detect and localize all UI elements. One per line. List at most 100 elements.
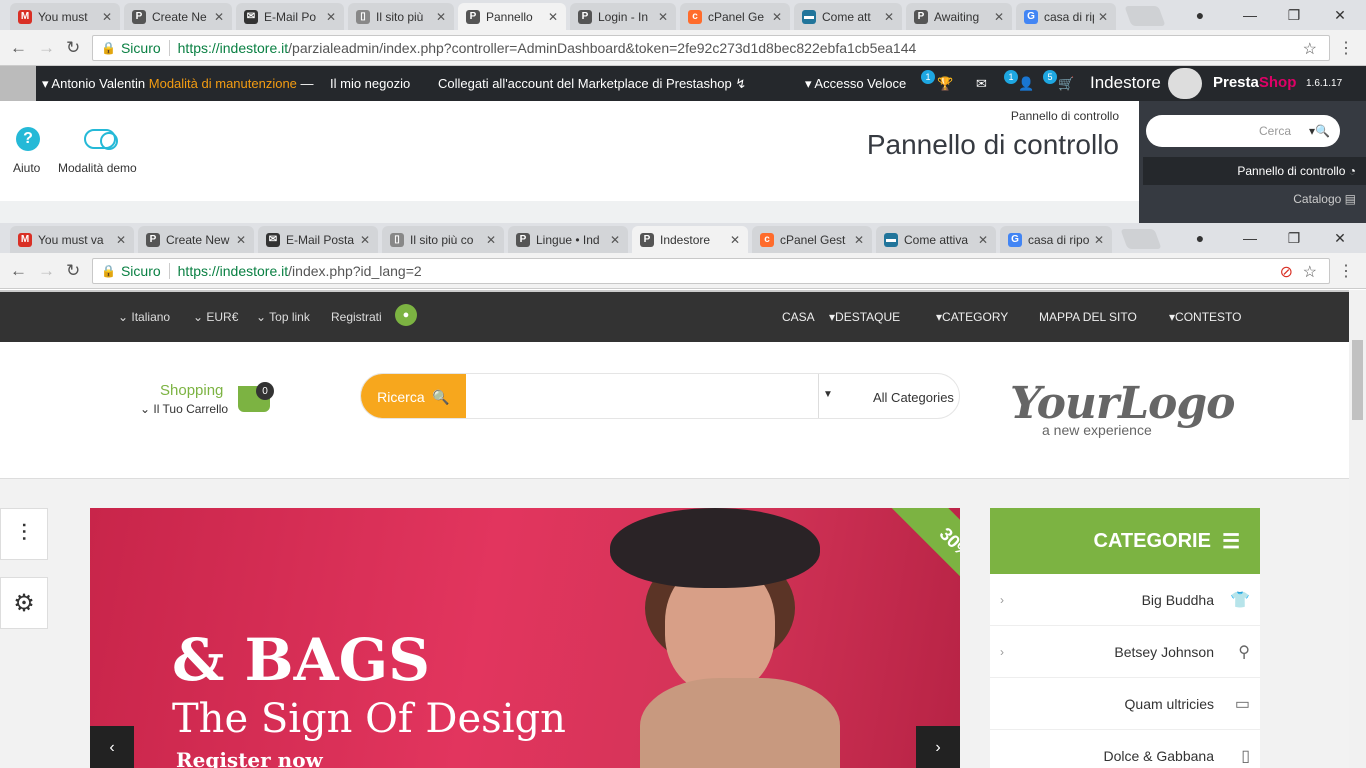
browser-tab[interactable]: Gcasa di ripo ✕	[1000, 226, 1112, 253]
forward-icon[interactable]: →	[38, 261, 55, 281]
register-link[interactable]: Registrati	[331, 310, 382, 324]
profile-icon[interactable]: ●	[1178, 223, 1222, 253]
new-tab-button[interactable]	[1124, 6, 1166, 26]
currency-select[interactable]: ⌄ EUR€	[193, 310, 238, 324]
browser-tab[interactable]: ✉ E-Mail Posta ✕	[258, 226, 378, 253]
language-select[interactable]: ⌄ Italiano	[118, 310, 170, 324]
browser-tab[interactable]: P Pannello ✕	[458, 3, 566, 30]
store-name[interactable]: Indestore	[1090, 73, 1161, 93]
reload-icon[interactable]: ↻	[66, 38, 80, 58]
browser-tab[interactable]: P Indestore ✕	[632, 226, 748, 253]
search-input[interactable]	[466, 374, 818, 418]
user-icon[interactable]: ●	[395, 304, 417, 326]
category-item[interactable]: › Betsey Johnson ⚲	[990, 626, 1260, 678]
shopping-label[interactable]: Shopping	[160, 382, 223, 399]
menu-icon[interactable]: ⋮	[1338, 38, 1354, 58]
hero-slider[interactable]: 30% OFF & BAGS The Sign Of Design Regist…	[90, 508, 960, 768]
blocked-content-icon[interactable]: ⊘	[1280, 262, 1293, 282]
close-tab-icon[interactable]: ✕	[436, 10, 446, 24]
menu-sitemap[interactable]: MAPPA DEL SITO	[1039, 310, 1137, 324]
close-tab-icon[interactable]: ✕	[486, 233, 496, 247]
settings-gear-icon[interactable]: ⚙	[0, 577, 48, 629]
category-item[interactable]: › Big Buddha 👕	[990, 574, 1260, 626]
search-icon[interactable]: ▾🔍	[1309, 124, 1330, 138]
close-tab-icon[interactable]: ✕	[1098, 10, 1108, 24]
browser-tab[interactable]: ▯ Il sito più co ✕	[382, 226, 504, 253]
bookmark-star-icon[interactable]: ☆	[1303, 39, 1317, 59]
close-tab-icon[interactable]: ✕	[884, 10, 894, 24]
admin-search-input[interactable]: Cerca ▾🔍	[1146, 115, 1340, 147]
minimize-button[interactable]: —	[1228, 0, 1272, 30]
close-tab-icon[interactable]: ✕	[730, 233, 740, 247]
browser-tab[interactable]: c cPanel Ge ✕	[680, 3, 790, 30]
bookmark-star-icon[interactable]: ☆	[1303, 262, 1317, 282]
close-tab-icon[interactable]: ✕	[1094, 233, 1104, 247]
search-button[interactable]: Ricerca 🔍	[361, 374, 466, 418]
restore-button[interactable]: ❐	[1272, 223, 1316, 253]
close-tab-icon[interactable]: ✕	[610, 233, 620, 247]
menu-casa[interactable]: CASA	[782, 310, 815, 324]
browser-tab[interactable]: Gcasa di rip ✕	[1016, 3, 1116, 30]
forward-icon[interactable]: →	[38, 38, 55, 58]
cart-icon[interactable]: 🛒	[1058, 76, 1074, 92]
profile-icon[interactable]: ●	[1178, 0, 1222, 30]
back-icon[interactable]: ←	[10, 261, 27, 281]
category-item[interactable]: Dolce & Gabbana ▯	[990, 730, 1260, 768]
close-window-button[interactable]: ✕	[1318, 0, 1362, 30]
employee-menu[interactable]: ▾ Antonio Valentin Modalità di manutenzi…	[42, 76, 314, 92]
minimize-button[interactable]: —	[1228, 223, 1272, 253]
scrollbar-thumb[interactable]	[1352, 340, 1363, 420]
browser-tab[interactable]: M You must ✕	[10, 3, 120, 30]
cart-link[interactable]: ⌄ Il Tuo Carrello	[140, 402, 228, 416]
back-icon[interactable]: ←	[10, 38, 27, 58]
trophy-icon[interactable]: 🏆	[937, 76, 953, 92]
menu-icon[interactable]: ⋮	[1338, 261, 1354, 281]
browser-tab[interactable]: P Login - In ✕	[570, 3, 676, 30]
address-bar[interactable]: 🔒 Sicuro https://indestore.it/parzialead…	[92, 35, 1330, 61]
close-tab-icon[interactable]: ✕	[978, 233, 988, 247]
browser-tab[interactable]: P Awaiting ✕	[906, 3, 1012, 30]
browser-tab[interactable]: P Lingue • Ind ✕	[508, 226, 628, 253]
menu-category[interactable]: ▾CATEGORY	[936, 310, 1008, 324]
close-tab-icon[interactable]: ✕	[214, 10, 224, 24]
help-icon[interactable]: ?	[16, 127, 40, 151]
browser-tab[interactable]: c cPanel Gest ✕	[752, 226, 872, 253]
category-select[interactable]: All Categories	[873, 390, 954, 405]
close-window-button[interactable]: ✕	[1318, 223, 1362, 253]
browser-tab[interactable]: ▬ Come att ✕	[794, 3, 902, 30]
slide-cta[interactable]: Register now	[176, 748, 323, 768]
marketplace-link[interactable]: Collegati all'account del Marketplace di…	[438, 76, 746, 92]
close-tab-icon[interactable]: ✕	[360, 233, 370, 247]
menu-contesto[interactable]: ▾CONTESTO	[1169, 310, 1241, 324]
close-tab-icon[interactable]: ✕	[236, 233, 246, 247]
browser-tab[interactable]: P Create Ne ✕	[124, 3, 232, 30]
close-tab-icon[interactable]: ✕	[854, 233, 864, 247]
reload-icon[interactable]: ↻	[66, 261, 80, 281]
close-tab-icon[interactable]: ✕	[326, 10, 336, 24]
browser-tab[interactable]: ▯ Il sito più ✕	[348, 3, 454, 30]
browser-tab[interactable]: M You must va ✕	[10, 226, 134, 253]
help-label[interactable]: Aiuto	[13, 161, 40, 175]
sliders-tool-icon[interactable]: ⫶	[0, 508, 48, 560]
browser-tab[interactable]: P Create New ✕	[138, 226, 254, 253]
avatar[interactable]	[0, 66, 36, 101]
sidebar-item-catalog[interactable]: Catalogo ▤	[1293, 192, 1356, 206]
slider-next-button[interactable]: ›	[916, 726, 960, 768]
close-tab-icon[interactable]: ✕	[658, 10, 668, 24]
user-icon[interactable]: 👤	[1018, 76, 1034, 92]
demo-toggle-icon[interactable]	[84, 129, 118, 150]
new-tab-button[interactable]	[1120, 229, 1162, 249]
page-scrollbar[interactable]	[1349, 290, 1366, 768]
categories-header[interactable]: CATEGORIE ☰	[990, 508, 1260, 574]
category-dropdown-arrow[interactable]: ▼	[823, 389, 833, 400]
restore-button[interactable]: ❐	[1272, 0, 1316, 30]
browser-tab[interactable]: ✉ E-Mail Po ✕	[236, 3, 344, 30]
quick-access-menu[interactable]: ▾ Accesso Veloce	[805, 76, 906, 92]
menu-destaque[interactable]: ▾DESTAQUE	[829, 310, 900, 324]
close-tab-icon[interactable]: ✕	[548, 10, 558, 24]
close-tab-icon[interactable]: ✕	[116, 233, 126, 247]
browser-tab[interactable]: ▬ Come attiva ✕	[876, 226, 996, 253]
address-bar[interactable]: 🔒 Sicuro https://indestore.it/index.php?…	[92, 258, 1330, 284]
category-item[interactable]: Quam ultricies ▭	[990, 678, 1260, 730]
close-tab-icon[interactable]: ✕	[994, 10, 1004, 24]
